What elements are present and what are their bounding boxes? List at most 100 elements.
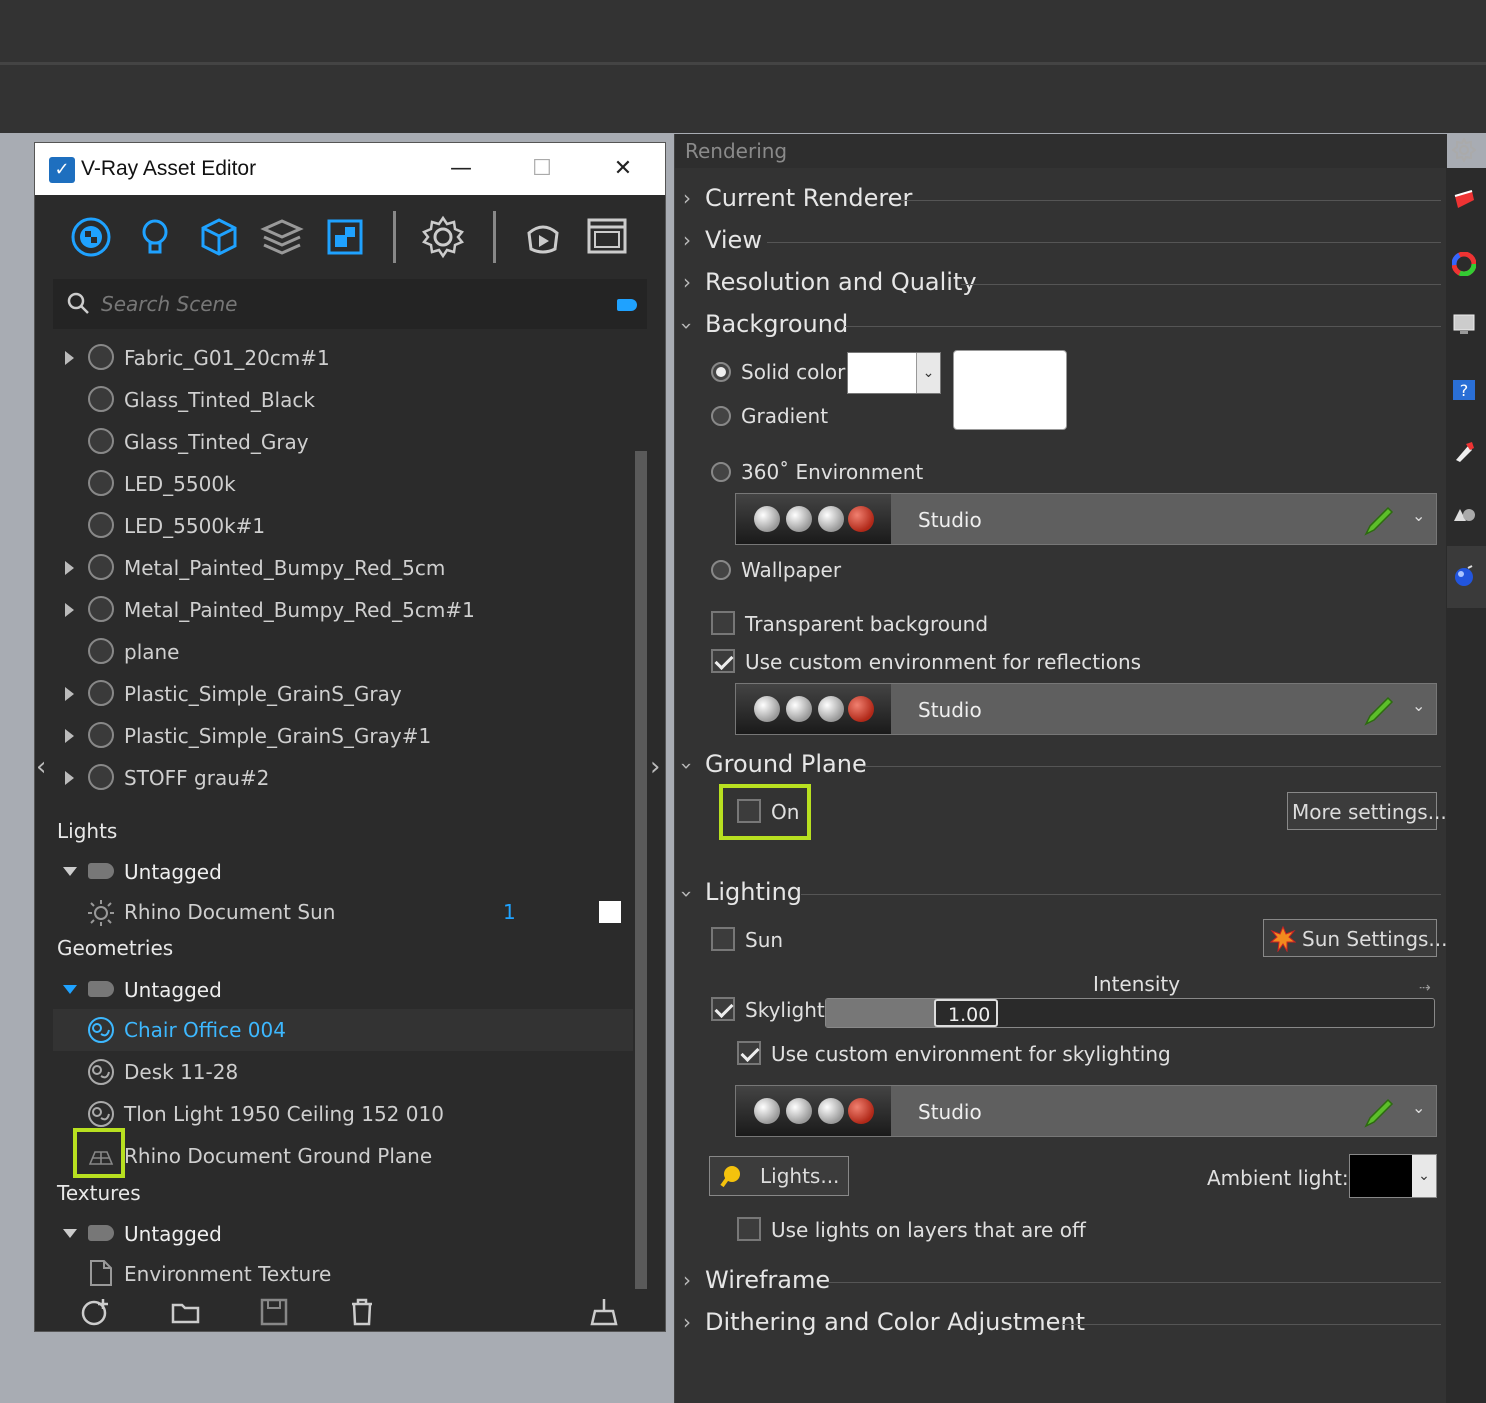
- tag-filter-icon[interactable]: [617, 299, 637, 311]
- list-scrollbar[interactable]: [635, 451, 647, 1289]
- geometry-icon[interactable]: [197, 215, 241, 259]
- display-monitor-icon[interactable]: [1452, 312, 1476, 336]
- light-color-swatch[interactable]: [599, 901, 621, 923]
- lights-icon[interactable]: [133, 215, 177, 259]
- vray-title-bar[interactable]: ✓ V-Ray Asset Editor — ☐ ✕: [35, 143, 665, 195]
- ambient-light-color-picker[interactable]: ⌄: [1349, 1154, 1437, 1198]
- geometry-list-item[interactable]: Chair Office 004: [53, 1009, 633, 1051]
- category-background[interactable]: › Background: [675, 306, 1447, 346]
- material-list-item[interactable]: Glass_Tinted_Gray: [53, 421, 633, 463]
- delete-trash-icon[interactable]: [347, 1297, 377, 1327]
- object-properties-icon[interactable]: [1452, 188, 1476, 212]
- custom-skylighting-checkbox[interactable]: [737, 1041, 761, 1065]
- material-list-item[interactable]: Plastic_Simple_GrainS_Gray#1: [53, 715, 633, 757]
- expand-right-chevron-icon[interactable]: ›: [650, 752, 660, 782]
- scene-search-bar[interactable]: Search Scene: [53, 279, 647, 329]
- environment-360-radio[interactable]: [711, 462, 731, 482]
- edit-pencil-icon[interactable]: [1362, 1096, 1396, 1130]
- light-item-row[interactable]: Rhino Document Sun 1: [53, 891, 633, 933]
- chevron-down-icon[interactable]: ⌄: [1412, 1098, 1425, 1117]
- minimize-button[interactable]: —: [441, 153, 481, 185]
- material-list-item[interactable]: Aluminum_Anodized_Clear: [53, 329, 633, 337]
- textures-icon[interactable]: [323, 215, 367, 259]
- sun-settings-button[interactable]: Sun Settings...: [1263, 919, 1448, 957]
- lights-button[interactable]: Lights...: [709, 1156, 849, 1196]
- solid-color-picker[interactable]: ⌄: [847, 352, 941, 394]
- expand-arrow-icon[interactable]: [65, 729, 74, 743]
- panel-settings-gear-icon[interactable]: [1452, 138, 1476, 162]
- expand-arrow-icon[interactable]: [65, 561, 74, 575]
- category-current-renderer[interactable]: › Current Renderer: [675, 180, 1447, 220]
- gradient-radio[interactable]: [711, 406, 731, 426]
- purge-broom-icon[interactable]: [589, 1297, 619, 1327]
- collapse-arrow-icon[interactable]: [63, 867, 77, 876]
- material-list-item[interactable]: Metal_Painted_Bumpy_Red_5cm#1: [53, 589, 633, 631]
- intensity-value-field[interactable]: 1.00: [934, 999, 998, 1027]
- help-icon[interactable]: ?: [1452, 378, 1476, 402]
- collapse-arrow-icon[interactable]: [63, 1229, 77, 1238]
- chevron-down-icon[interactable]: ⌄: [1412, 1155, 1436, 1197]
- background-color-preview[interactable]: [953, 350, 1067, 430]
- category-view[interactable]: › View: [675, 222, 1447, 262]
- material-dropper-icon[interactable]: [1452, 440, 1476, 464]
- category-resolution-quality[interactable]: › Resolution and Quality: [675, 264, 1447, 304]
- geometry-list-item[interactable]: Tlon Light 1950 Ceiling 152 010: [53, 1093, 633, 1135]
- material-list-item[interactable]: LED_5500k#1: [53, 505, 633, 547]
- geometry-list-item[interactable]: Rhino Document Ground Plane: [53, 1135, 633, 1177]
- collapse-arrow-icon[interactable]: [63, 985, 77, 994]
- chevron-down-icon[interactable]: ⌄: [916, 353, 940, 393]
- textures-tag-row[interactable]: Untagged: [53, 1213, 633, 1255]
- collapse-left-chevron-icon[interactable]: ‹: [36, 752, 46, 782]
- category-lighting[interactable]: › Lighting: [675, 874, 1447, 914]
- solid-color-radio[interactable]: [711, 362, 731, 382]
- color-wheel-icon[interactable]: [1452, 252, 1476, 276]
- pin-icon[interactable]: ⇢: [1419, 980, 1431, 996]
- frame-buffer-icon[interactable]: [585, 215, 629, 259]
- background-environment-selector[interactable]: Studio ⌄: [735, 493, 1437, 545]
- material-list-item[interactable]: Metal_Painted_Bumpy_Red_5cm: [53, 547, 633, 589]
- ground-plane-on-checkbox[interactable]: [737, 799, 761, 823]
- render-elements-icon[interactable]: [260, 215, 304, 259]
- open-folder-icon[interactable]: [171, 1297, 201, 1327]
- material-list-item[interactable]: Glass_Tinted_Black: [53, 379, 633, 421]
- skylight-environment-selector[interactable]: Studio ⌄: [735, 1085, 1437, 1137]
- chevron-down-icon[interactable]: ⌄: [1412, 506, 1425, 525]
- category-dithering[interactable]: › Dithering and Color Adjustment: [675, 1304, 1447, 1344]
- reflection-environment-selector[interactable]: Studio ⌄: [735, 683, 1437, 735]
- sun-checkbox[interactable]: [711, 927, 735, 951]
- maximize-button[interactable]: ☐: [522, 153, 562, 185]
- use-lights-off-checkbox[interactable]: [737, 1217, 761, 1241]
- materials-icon[interactable]: [69, 215, 113, 259]
- shapes-library-icon[interactable]: [1452, 503, 1476, 527]
- intensity-slider[interactable]: 1.00: [825, 998, 1435, 1028]
- expand-arrow-icon[interactable]: [65, 687, 74, 701]
- expand-arrow-icon[interactable]: [65, 603, 74, 617]
- rendering-sphere-icon[interactable]: [1452, 564, 1476, 588]
- custom-reflections-checkbox[interactable]: [711, 649, 735, 673]
- transparent-background-checkbox[interactable]: [711, 611, 735, 635]
- edit-pencil-icon[interactable]: [1362, 694, 1396, 728]
- geometry-list-item[interactable]: Desk 11-28: [53, 1051, 633, 1093]
- add-asset-icon[interactable]: [81, 1297, 111, 1327]
- category-wireframe[interactable]: › Wireframe: [675, 1262, 1447, 1302]
- lights-tag-row[interactable]: Untagged: [53, 851, 633, 893]
- close-button[interactable]: ✕: [603, 153, 643, 185]
- expand-arrow-icon[interactable]: [65, 771, 74, 785]
- material-list-item[interactable]: LED_5500k: [53, 463, 633, 505]
- more-settings-button[interactable]: More settings...: [1287, 792, 1447, 830]
- wallpaper-radio[interactable]: [711, 560, 731, 580]
- save-icon[interactable]: [259, 1297, 289, 1327]
- texture-item-row[interactable]: Environment Texture: [53, 1253, 633, 1289]
- render-teapot-icon[interactable]: [521, 215, 565, 259]
- skylight-checkbox[interactable]: [711, 997, 735, 1021]
- expand-arrow-icon[interactable]: [65, 351, 74, 365]
- category-ground-plane[interactable]: › Ground Plane: [675, 746, 1447, 786]
- settings-gear-icon[interactable]: [421, 215, 465, 259]
- chevron-down-icon[interactable]: ⌄: [1412, 696, 1425, 715]
- edit-pencil-icon[interactable]: [1362, 504, 1396, 538]
- material-list-item[interactable]: Plastic_Simple_GrainS_Gray: [53, 673, 633, 715]
- material-list-item[interactable]: plane: [53, 631, 633, 673]
- search-input[interactable]: Search Scene: [101, 292, 237, 316]
- geometries-tag-row[interactable]: Untagged: [53, 969, 633, 1011]
- material-list-item[interactable]: Fabric_G01_20cm#1: [53, 337, 633, 379]
